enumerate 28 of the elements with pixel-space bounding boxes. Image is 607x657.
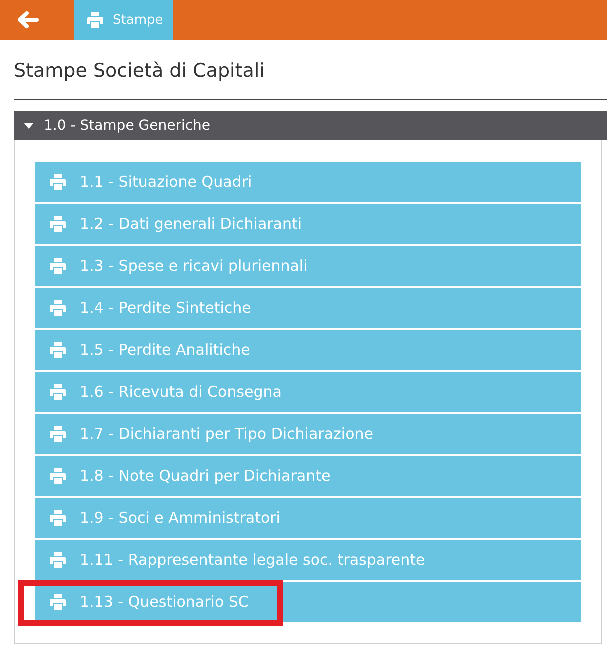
section-header[interactable]: 1.0 - Stampe Generiche xyxy=(14,111,607,140)
printer-icon xyxy=(50,216,66,232)
printer-icon xyxy=(50,300,66,316)
printer-icon xyxy=(87,12,104,28)
page-title: Stampe Società di Capitali xyxy=(14,59,266,84)
back-arrow-icon xyxy=(17,11,39,29)
printer-icon xyxy=(50,594,66,610)
printer-icon xyxy=(50,468,66,484)
printer-icon xyxy=(50,258,66,274)
printer-icon xyxy=(50,384,66,400)
printer-icon xyxy=(50,426,66,442)
print-item[interactable]: 1.7 - Dichiaranti per Tipo Dichiarazione xyxy=(35,414,581,454)
print-item[interactable]: 1.13 - Questionario SC xyxy=(35,582,581,622)
print-item[interactable]: 1.6 - Ricevuta di Consegna xyxy=(35,372,581,412)
print-item[interactable]: 1.5 - Perdite Analitiche xyxy=(35,330,581,370)
printer-icon xyxy=(50,552,66,568)
print-item[interactable]: 1.4 - Perdite Sintetiche xyxy=(35,288,581,328)
tab[interactable]: Stampe xyxy=(74,0,174,40)
printer-icon xyxy=(50,342,66,358)
printer-icon xyxy=(50,510,66,526)
print-item[interactable]: 1.9 - Soci e Amministratori xyxy=(35,498,581,538)
caret-icon xyxy=(24,122,34,128)
printer-icon xyxy=(50,174,66,190)
print-item[interactable]: 1.2 - Dati generali Dichiaranti xyxy=(35,204,581,244)
print-item[interactable]: 1.3 - Spese e ricavi pluriennali xyxy=(35,246,581,286)
print-item[interactable]: 1.8 - Note Quadri per Dichiarante xyxy=(35,456,581,496)
print-item[interactable]: 1.1 - Situazione Quadri xyxy=(35,162,581,202)
print-item[interactable]: 1.11 - Rappresentante legale soc. trasparente xyxy=(35,540,581,580)
